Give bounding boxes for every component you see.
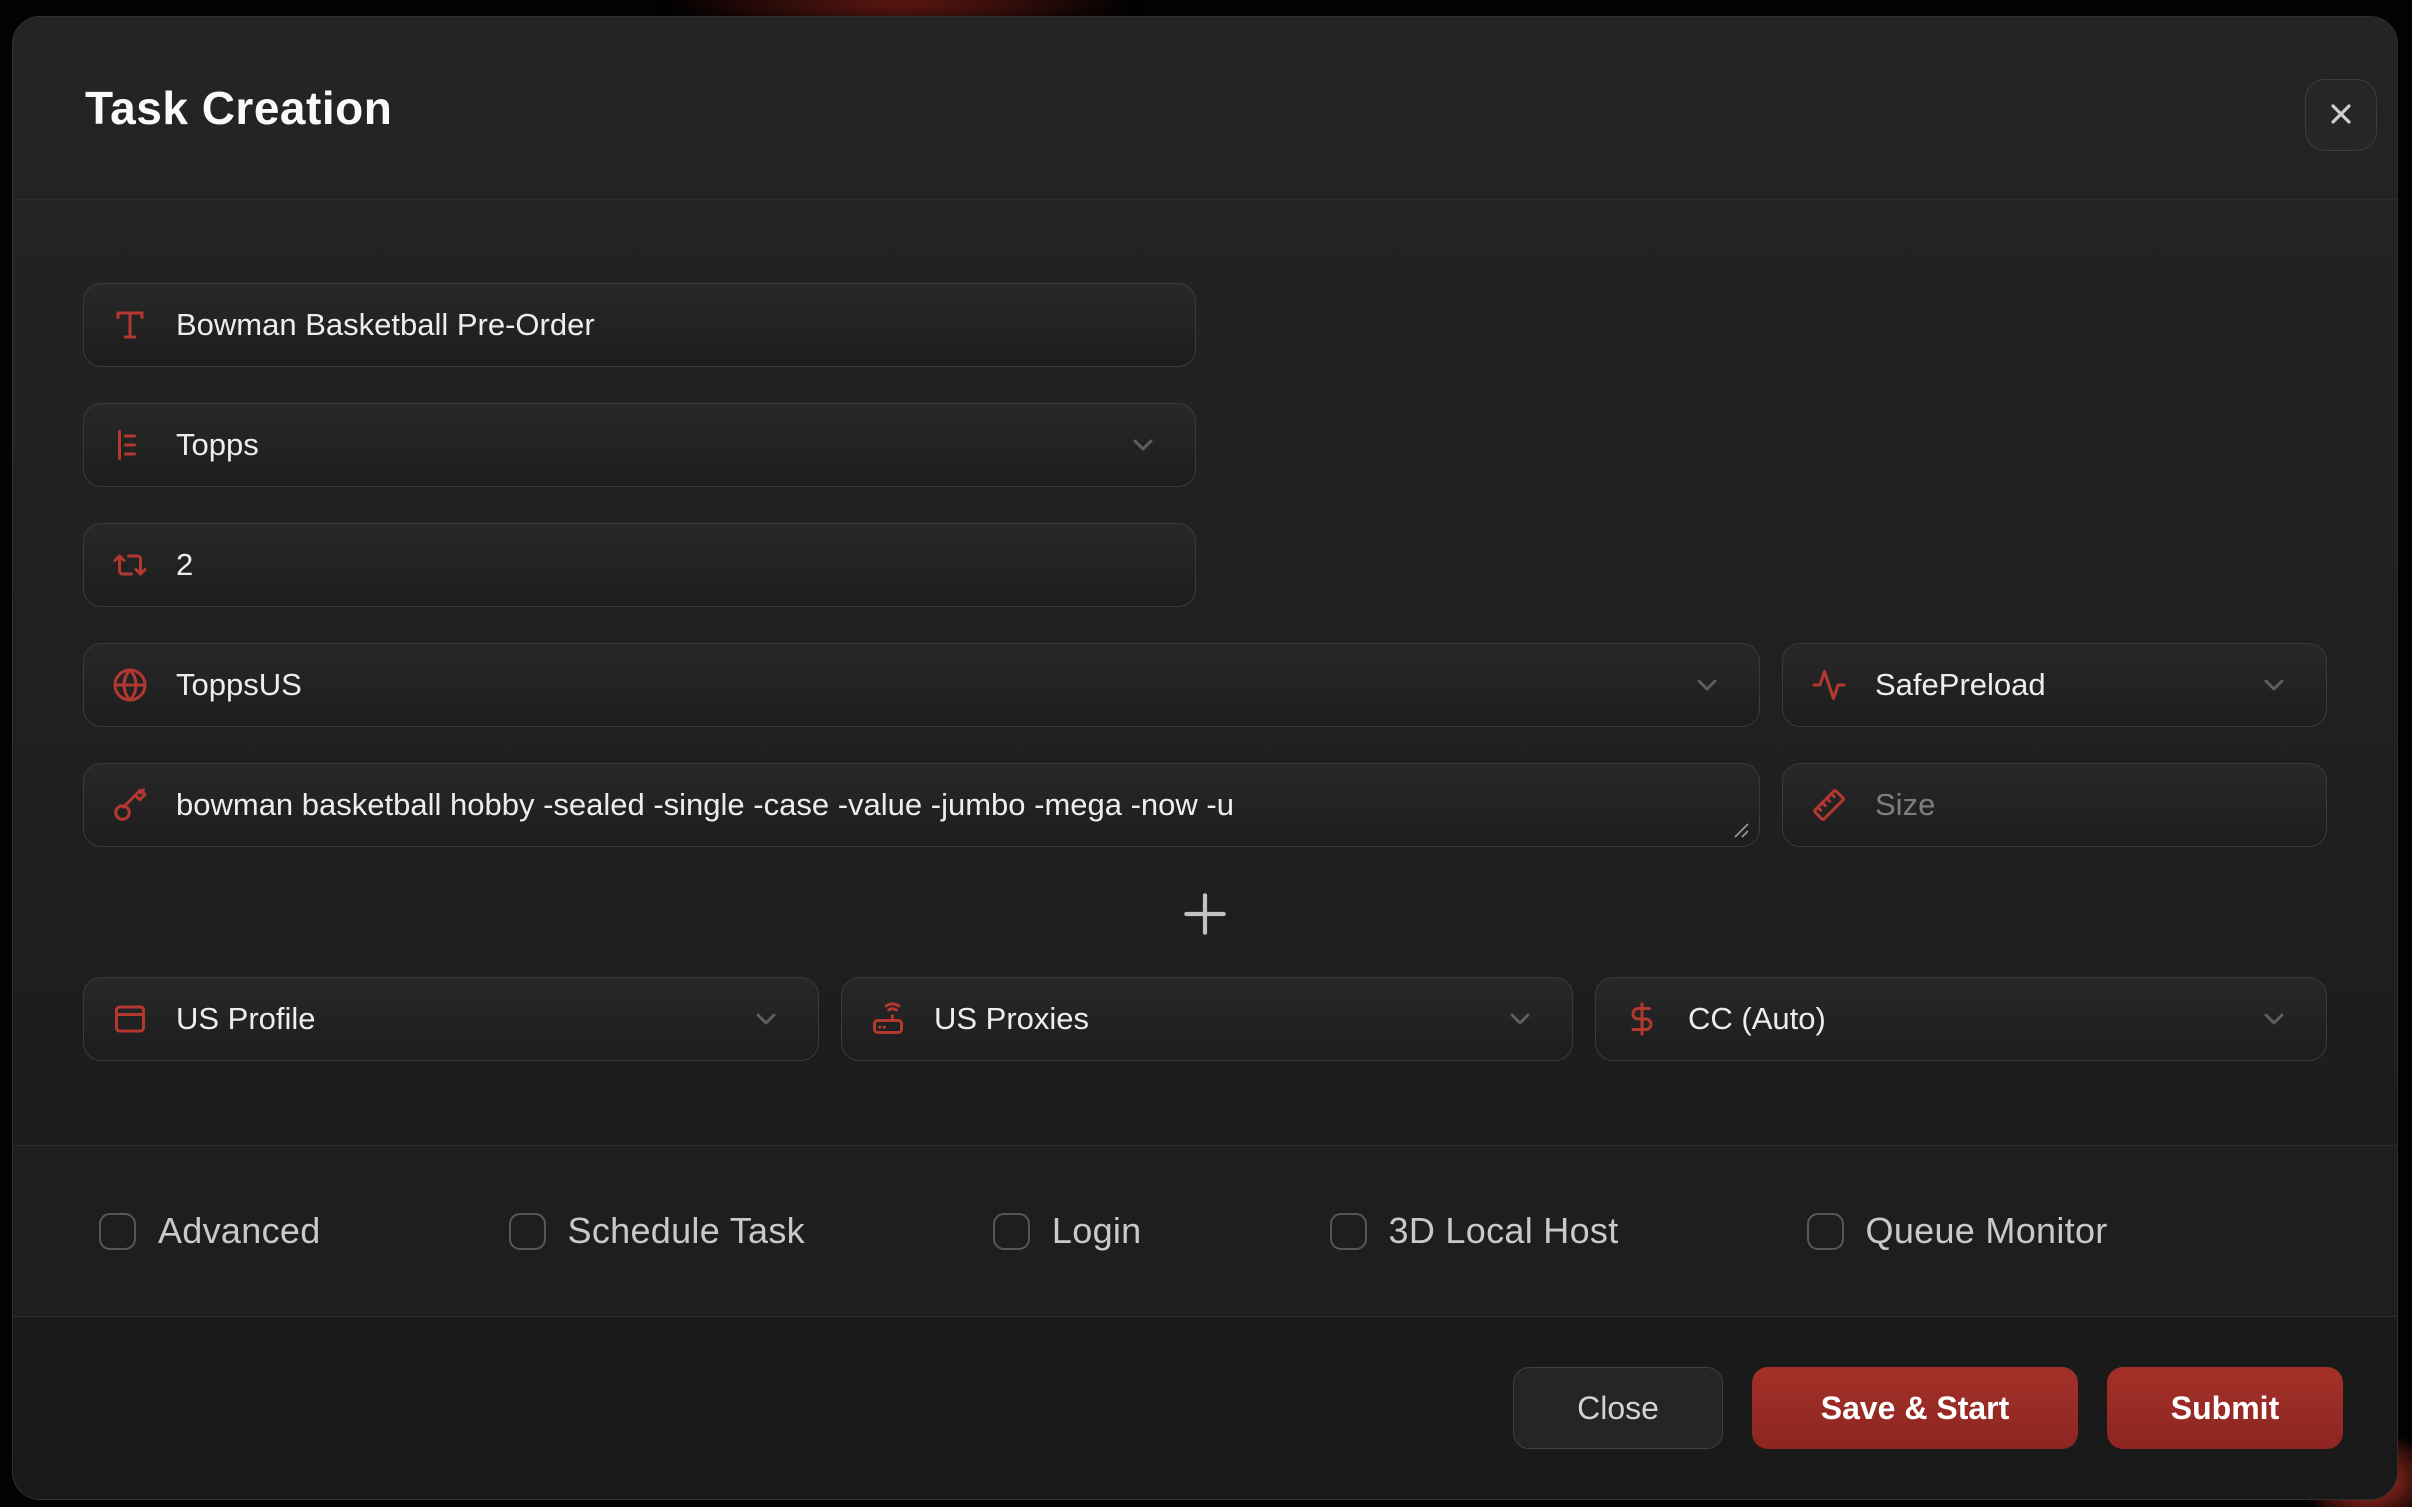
activity-icon xyxy=(1811,667,1847,703)
profile-select[interactable]: US Profile xyxy=(83,977,819,1061)
router-icon xyxy=(870,1001,906,1037)
close-icon xyxy=(2325,98,2357,133)
page-title: Task Creation xyxy=(85,81,392,135)
mode-select[interactable]: SafePreload xyxy=(1782,643,2327,727)
modal-body: Bowman Basketball Pre-Order Topps xyxy=(13,200,2397,1145)
checkbox-queue-monitor[interactable]: Queue Monitor xyxy=(1807,1210,2108,1252)
checkbox-advanced[interactable]: Advanced xyxy=(99,1210,321,1252)
modal-header: Task Creation xyxy=(13,17,2397,199)
proxies-select[interactable]: US Proxies xyxy=(841,977,1573,1061)
dollar-icon xyxy=(1624,1001,1660,1037)
repeat-icon xyxy=(112,547,148,583)
keywords-textarea[interactable]: bowman basketball hobby -sealed -single … xyxy=(83,763,1760,847)
mode-value: SafePreload xyxy=(1875,667,2046,703)
payment-select[interactable]: CC (Auto) xyxy=(1595,977,2327,1061)
key-icon xyxy=(112,787,148,823)
globe-icon xyxy=(112,667,148,703)
checkbox-icon xyxy=(993,1213,1030,1250)
category-select[interactable]: Topps xyxy=(83,403,1196,487)
close-button[interactable] xyxy=(2305,79,2377,151)
checkbox-icon xyxy=(1807,1213,1844,1250)
keywords-value: bowman basketball hobby -sealed -single … xyxy=(176,787,1234,823)
task-name-value: Bowman Basketball Pre-Order xyxy=(176,307,595,343)
site-value: ToppsUS xyxy=(176,667,302,703)
type-icon xyxy=(112,307,148,343)
close-footer-button[interactable]: Close xyxy=(1513,1367,1723,1449)
checkbox-label: Queue Monitor xyxy=(1866,1210,2108,1252)
task-creation-modal: Task Creation Bowman Basketball Pre-Orde… xyxy=(12,16,2398,1500)
checkbox-label: Advanced xyxy=(158,1210,321,1252)
checkbox-3d-local-host[interactable]: 3D Local Host xyxy=(1330,1210,1619,1252)
checkbox-label: Login xyxy=(1052,1210,1142,1252)
resize-handle-icon[interactable] xyxy=(1731,820,1751,840)
checkbox-icon xyxy=(1330,1213,1367,1250)
chevron-down-icon xyxy=(1504,1003,1536,1035)
checkbox-icon xyxy=(509,1213,546,1250)
category-value: Topps xyxy=(176,427,259,463)
size-input[interactable]: Size xyxy=(1782,763,2327,847)
payment-value: CC (Auto) xyxy=(1688,1001,1826,1037)
profile-value: US Profile xyxy=(176,1001,316,1037)
save-start-button[interactable]: Save & Start xyxy=(1752,1367,2078,1449)
options-strip: Advanced Schedule Task Login 3D Local Ho… xyxy=(13,1146,2397,1316)
list-tree-icon xyxy=(112,427,148,463)
checkbox-icon xyxy=(99,1213,136,1250)
add-keyword-row-button[interactable] xyxy=(1173,883,1237,947)
submit-button[interactable]: Submit xyxy=(2107,1367,2343,1449)
checkbox-schedule-task[interactable]: Schedule Task xyxy=(509,1210,805,1252)
chevron-down-icon xyxy=(2258,669,2290,701)
task-name-input[interactable]: Bowman Basketball Pre-Order xyxy=(83,283,1196,367)
checkbox-label: Schedule Task xyxy=(568,1210,805,1252)
size-placeholder: Size xyxy=(1875,787,1935,823)
credit-card-icon xyxy=(112,1001,148,1037)
plus-icon xyxy=(1177,886,1233,945)
modal-footer: Close Save & Start Submit xyxy=(13,1317,2397,1499)
chevron-down-icon xyxy=(1127,429,1159,461)
chevron-down-icon xyxy=(750,1003,782,1035)
checkbox-login[interactable]: Login xyxy=(993,1210,1142,1252)
ruler-icon xyxy=(1811,787,1847,823)
chevron-down-icon xyxy=(1691,669,1723,701)
proxies-value: US Proxies xyxy=(934,1001,1089,1037)
checkbox-label: 3D Local Host xyxy=(1389,1210,1619,1252)
page-backdrop: Task Creation Bowman Basketball Pre-Orde… xyxy=(0,0,2412,1507)
site-select[interactable]: ToppsUS xyxy=(83,643,1760,727)
quantity-value: 2 xyxy=(176,547,193,583)
chevron-down-icon xyxy=(2258,1003,2290,1035)
quantity-input[interactable]: 2 xyxy=(83,523,1196,607)
